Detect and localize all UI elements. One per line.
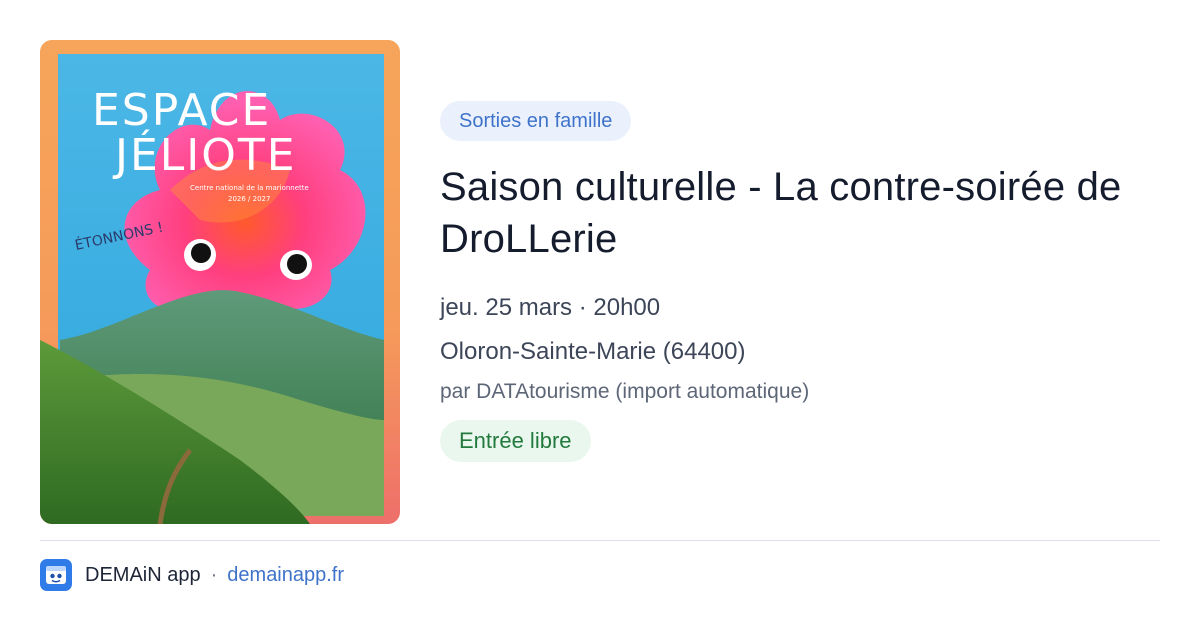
demain-app-icon — [40, 559, 72, 591]
site-link[interactable]: demainapp.fr — [227, 564, 344, 587]
category-badge[interactable]: Sorties en famille — [440, 101, 632, 141]
event-details: Sorties en famille Saison culturelle - L… — [440, 101, 1160, 462]
link-preview-card[interactable]: ESPACE JÉLIOTE Centre national de la mar… — [0, 0, 1200, 630]
event-title[interactable]: Saison culturelle - La contre-soirée de … — [440, 161, 1160, 265]
app-name: DEMAiN app — [85, 563, 201, 586]
footer: DEMAiN app · demainapp.fr — [40, 558, 344, 592]
event-poster-image: ESPACE JÉLIOTE Centre national de la mar… — [40, 40, 400, 524]
footer-divider — [40, 540, 1160, 541]
event-datetime: jeu. 25 mars · 20h00 — [440, 294, 661, 321]
poster-subtitle: Centre national de la marionnette — [190, 184, 309, 192]
poster-title-line2: JÉLIOTE — [112, 128, 297, 181]
price-badge: Entrée libre — [440, 420, 591, 462]
event-location: Oloron-Sainte-Marie (64400) — [440, 338, 746, 365]
footer-separator: · — [210, 563, 218, 586]
poster-season: 2026 / 2027 — [228, 195, 270, 203]
poster-title-line1: ESPACE — [92, 85, 271, 136]
event-organizer: par DATAtourisme (import automatique) — [440, 380, 810, 403]
